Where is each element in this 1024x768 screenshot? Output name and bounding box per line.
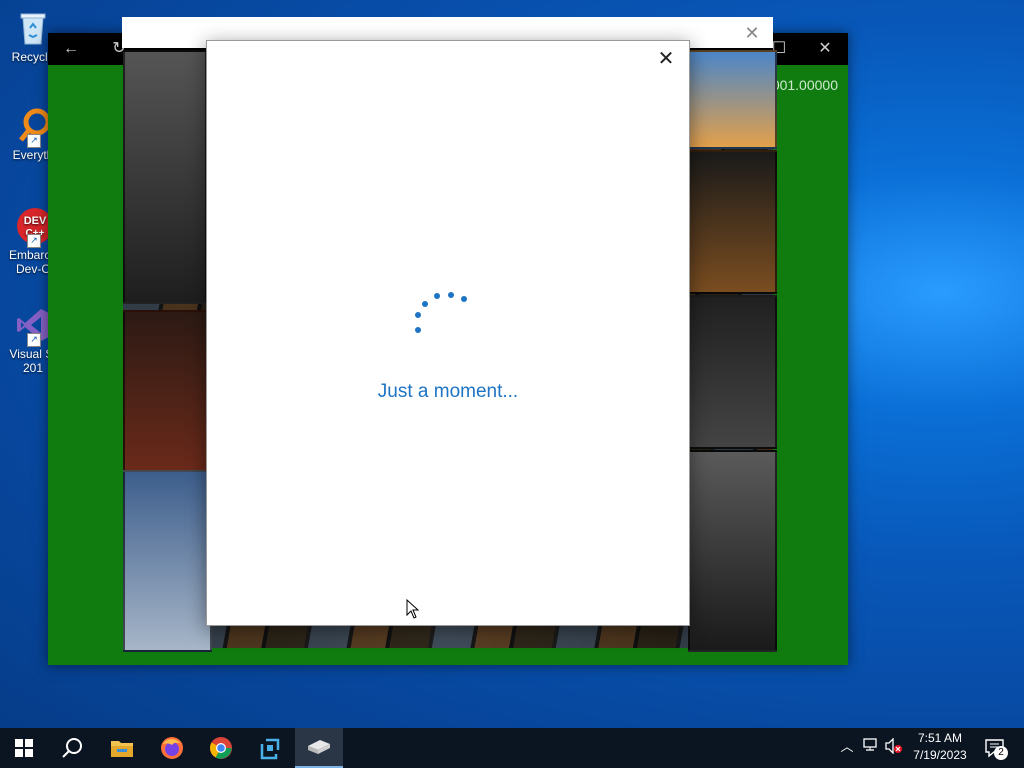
firefox-button[interactable]	[148, 728, 196, 768]
volume-muted-icon[interactable]	[885, 737, 903, 756]
loading-spinner-icon	[415, 289, 475, 339]
spinner-dot	[422, 301, 428, 307]
clock[interactable]: 7:51 AM 7/19/2023	[905, 730, 975, 764]
file-explorer-button[interactable]	[98, 728, 146, 768]
back-button[interactable]: ←	[48, 33, 94, 65]
shortcut-arrow-icon: ↗	[27, 333, 41, 347]
spinner-dot	[448, 292, 454, 298]
devcpp-icon: DEVC++ ↗	[13, 206, 53, 248]
chrome-icon	[210, 737, 232, 759]
clock-date: 7/19/2023	[913, 748, 967, 762]
sign-in-dialog: ✕ Just a moment...	[206, 40, 690, 626]
app-icon	[260, 738, 280, 760]
start-icon	[15, 739, 33, 757]
visual-studio-icon: ↗	[13, 305, 53, 347]
back-arrow-icon: ←	[63, 40, 79, 57]
clock-time: 7:51 AM	[917, 731, 963, 745]
spinner-dot	[415, 312, 421, 318]
search-icon	[62, 738, 82, 758]
xbox-app-icon	[308, 740, 330, 754]
spinner-dot	[461, 296, 467, 302]
taskbar: ︿ 7:51 AM 7/19/2023 2	[0, 728, 1024, 768]
close-icon: ✕	[744, 23, 760, 43]
desktop-icon-label-line2: 201	[22, 361, 44, 375]
chrome-button[interactable]	[197, 728, 245, 768]
spinner-dot	[415, 327, 421, 333]
search-button[interactable]	[48, 728, 96, 768]
chevron-up-icon[interactable]: ︿	[838, 738, 856, 756]
firefox-icon	[161, 737, 183, 759]
notification-count-badge: 2	[994, 746, 1008, 760]
desktop-icon-label-line2: Dev-C	[15, 262, 50, 276]
notification-center-button[interactable]: 2	[980, 728, 1024, 768]
file-explorer-icon	[111, 741, 133, 757]
app-button[interactable]	[246, 728, 294, 768]
recycle-bin-icon	[13, 8, 53, 48]
outer-close-button[interactable]: ✕	[741, 22, 763, 44]
version-text: 001.00000	[771, 77, 838, 93]
start-button[interactable]	[0, 728, 48, 768]
loading-message: Just a moment...	[377, 381, 519, 402]
spinner-dot	[434, 293, 440, 299]
network-icon[interactable]	[862, 738, 880, 756]
close-button[interactable]: ✕	[802, 33, 848, 65]
mouse-cursor-icon	[406, 598, 420, 624]
svg-text:DEV: DEV	[24, 215, 47, 227]
shortcut-arrow-icon: ↗	[27, 234, 41, 248]
dialog-close-button[interactable]: ✕	[655, 48, 677, 70]
xbox-app-button[interactable]	[295, 728, 343, 768]
everything-search-icon: ↗	[13, 106, 53, 148]
close-icon: ✕	[818, 40, 832, 57]
close-icon: ✕	[657, 48, 675, 70]
shortcut-arrow-icon: ↗	[27, 134, 41, 148]
